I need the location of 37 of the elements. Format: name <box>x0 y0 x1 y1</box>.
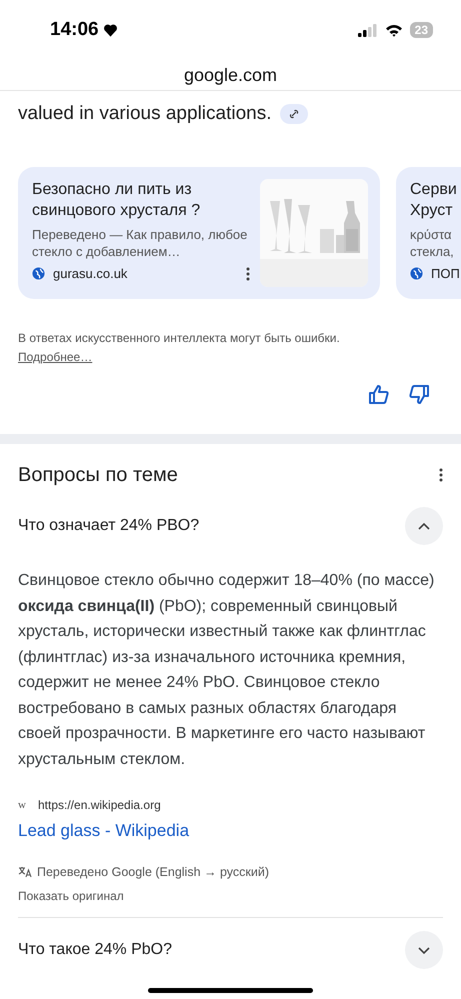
question-text[interactable]: Что означает 24% PBO? <box>18 517 200 535</box>
question-text[interactable]: Что такое 24% PbO? <box>18 941 172 959</box>
translation-note: Переведено Google (English → русский) <box>37 865 269 879</box>
more-icon[interactable] <box>439 468 443 482</box>
card-snippet: κρύστα стекла, <box>410 226 455 260</box>
section-title: Вопросы по теме <box>18 464 178 486</box>
show-original-link[interactable]: Показать оригинал <box>18 889 124 903</box>
overview-text: valued in various applications. <box>18 103 272 125</box>
chevron-up-icon <box>417 522 431 530</box>
globe-icon <box>32 267 45 280</box>
card-site: ПОП <box>431 266 461 281</box>
source-card[interactable]: Безопасно ли пить из свинцового хрусталя ? Переведено — Как правило, любое стекло с добавлением… gurasu.co.uk <box>18 167 380 299</box>
learn-more-link[interactable]: Подробнее… <box>18 348 92 367</box>
chevron-down-icon <box>417 946 431 954</box>
more-icon[interactable] <box>246 266 250 280</box>
thumbs-up-icon[interactable] <box>369 385 389 404</box>
globe-icon <box>410 267 423 280</box>
card-snippet: Переведено — Как правило, любое стекло с добавлением… <box>32 226 248 260</box>
card-site: gurasu.co.uk <box>53 266 128 281</box>
clock-time: 14:06 <box>50 19 99 41</box>
card-title: Серви Хруст <box>410 180 458 221</box>
link-icon <box>288 109 298 119</box>
signal-icon <box>358 24 378 36</box>
favicon-icon: w <box>18 799 30 811</box>
source-url: https://en.wikipedia.org <box>38 798 161 812</box>
heart-icon <box>102 23 118 37</box>
address-url[interactable]: google.com <box>184 64 278 86</box>
source-link[interactable]: Lead glass - Wikipedia <box>18 821 190 841</box>
link-chip[interactable] <box>280 104 308 124</box>
answer-text: Свинцовое стекло обычно содержит 18–40% (по массе) оксида свинца(II) (PbO); современный свинцовый хрусталь, исторически известный также как флинтглас (флинтглас) из-за изначального источника кремния, содержит не менее 24% PbO. Свинцовое стекло востребовано в самых разных областях благодаря своей прозрачности. В маркетинге его часто называют хрустальным стеклом. <box>18 571 436 770</box>
card-title: Безопасно ли пить из свинцового хрусталя ? <box>32 180 202 221</box>
thumbs-down-icon[interactable] <box>409 385 429 404</box>
translate-icon <box>18 866 32 878</box>
battery-level: 23 <box>410 22 433 38</box>
wifi-icon <box>384 24 403 36</box>
disclaimer-text: В ответах искусственного интеллекта могут быть ошибки. <box>18 331 340 345</box>
source-card[interactable]: Серви Хруст κρύστα стекла, ПОП <box>396 167 461 299</box>
